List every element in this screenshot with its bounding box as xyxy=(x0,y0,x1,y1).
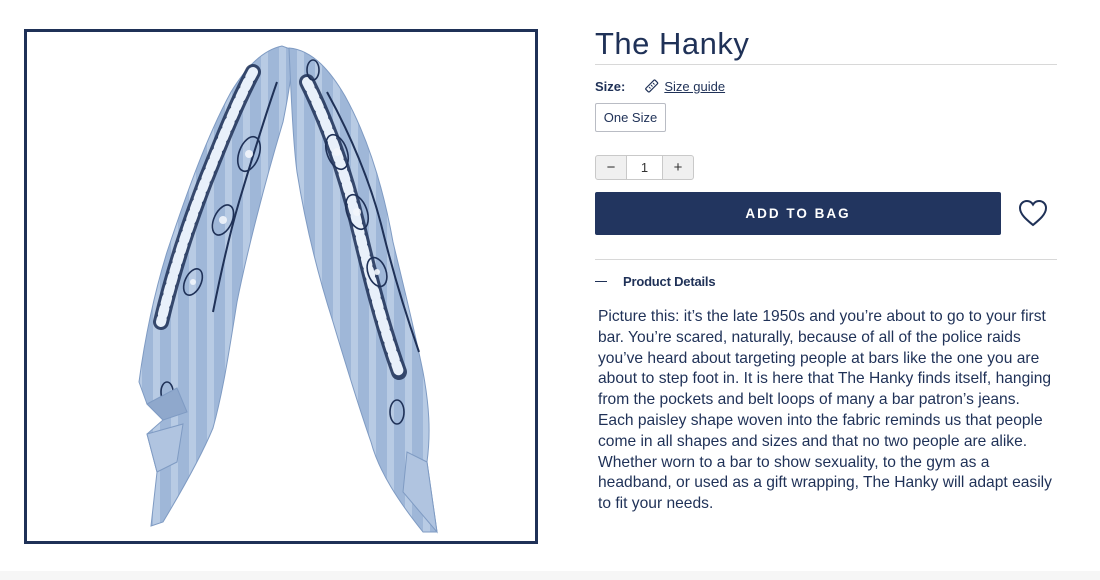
product-description: Picture this: it’s the late 1950s and yo… xyxy=(598,308,1052,513)
size-guide-link[interactable]: Size guide xyxy=(643,78,725,94)
title-divider xyxy=(595,64,1057,65)
product-image[interactable] xyxy=(24,29,538,544)
quantity-increment-button[interactable]: + xyxy=(662,155,694,180)
ruler-icon xyxy=(645,79,659,93)
product-details-title: Product Details xyxy=(623,274,716,289)
details-divider xyxy=(595,259,1057,260)
quantity-input[interactable]: 1 xyxy=(627,155,662,180)
add-to-bag-button[interactable]: ADD TO BAG xyxy=(595,192,1001,235)
quantity-stepper: − 1 + xyxy=(595,155,694,180)
size-row: Size: Size guide xyxy=(595,78,725,94)
product-title: The Hanky xyxy=(595,26,750,61)
minus-icon xyxy=(595,280,607,283)
size-label: Size: xyxy=(595,78,626,94)
product-details-toggle[interactable]: Product Details xyxy=(595,274,716,289)
size-option-one-size[interactable]: One Size xyxy=(595,103,666,132)
quantity-decrement-button[interactable]: − xyxy=(595,155,627,180)
heart-icon[interactable] xyxy=(1017,197,1049,229)
bandana-illustration xyxy=(138,45,438,534)
size-guide-label: Size guide xyxy=(664,78,726,94)
page-footer-strip xyxy=(0,571,1100,580)
